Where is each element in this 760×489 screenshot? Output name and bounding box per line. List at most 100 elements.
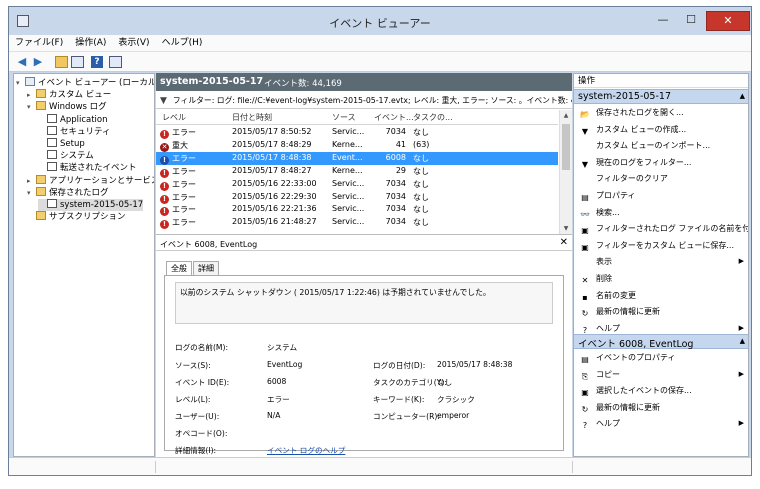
tree-item-label: 保存されたログ (49, 187, 109, 198)
vertical-scrollbar[interactable]: ▲ ▼ (559, 110, 572, 234)
more-info-label: 詳細情報(I): (175, 446, 217, 455)
action-item[interactable]: ▣ フィルターをカスタム ビューに保存... (574, 239, 748, 252)
table-row[interactable]: ✕ 重大 2015/05/17 8:48:29 Kerne... 41 (63) (156, 139, 558, 152)
scroll-up-icon[interactable]: ▲ (560, 110, 572, 122)
event-log-help-link[interactable]: イベント ログのヘルプ (267, 445, 345, 456)
table-row[interactable]: ! エラー 2015/05/17 8:50:52 Servic... 7034 なし (156, 126, 558, 139)
table-row[interactable]: ! エラー 2015/05/17 8:48:27 Kerne... 29 なし (156, 165, 558, 178)
tree-item[interactable]: ▸ カスタム ビュー (27, 89, 111, 101)
minimize-button[interactable]: — (649, 11, 677, 31)
action-item[interactable]: ? ヘルプ ▶ (574, 322, 748, 335)
column-source[interactable]: ソース (332, 112, 356, 123)
column-level[interactable]: レベル (162, 112, 186, 123)
column-datetime[interactable]: 日付と時刻 (232, 112, 272, 123)
expander-icon[interactable]: ▸ (27, 175, 36, 187)
actions-section-log[interactable]: system-2015-05-17 ▲ (574, 89, 748, 104)
action-pane-icon[interactable] (109, 56, 122, 68)
action-item[interactable]: フィルターのクリア (574, 172, 748, 185)
tree-item[interactable]: セキュリティ (38, 125, 111, 138)
action-item[interactable]: カスタム ビューのインポート... (574, 139, 748, 152)
detail-close-icon[interactable]: ✕ (560, 237, 568, 248)
action-item[interactable]: ▣ 選択したイベントの保存... (574, 384, 748, 397)
action-item[interactable]: ▼ 現在のログをフィルター... (574, 156, 748, 169)
tree-item[interactable]: ▾ 保存されたログ (27, 186, 109, 199)
action-label: カスタム ビューのインポート... (596, 141, 711, 151)
actions-section-event[interactable]: イベント 6008, EventLog ▲ (574, 334, 748, 350)
tree-item[interactable]: system-2015-05-17 (38, 199, 144, 211)
general-tab-body: 以前のシステム シャットダウン ( 2015/05/17 1:22:46) は予… (164, 275, 564, 455)
action-item[interactable]: ? ヘルプ ▶ (574, 417, 748, 430)
action-item[interactable]: ▣ フィルターされたログ ファイルの名前を付... (574, 222, 748, 235)
tree-item[interactable]: ▸ アプリケーションとサービス ログ (27, 174, 154, 187)
tree-item[interactable]: サブスクリプション (27, 211, 126, 223)
tree-item[interactable]: 転送されたイベント (38, 162, 137, 174)
id-cell: 41 (395, 139, 406, 149)
log-icon (47, 162, 57, 172)
tree-item[interactable]: ▾ Windows ログ (27, 101, 107, 113)
tab-general[interactable]: 全般 (166, 261, 192, 276)
tree-item[interactable]: Application (38, 113, 108, 126)
event-detail-pane: イベント 6008, EventLog ✕ 全般 詳細 以前のシステム シャット… (156, 237, 572, 457)
action-item[interactable]: ▤ イベントのプロパティ (574, 351, 748, 364)
action-item[interactable]: ✕ 削除 (574, 272, 748, 285)
user-value: N/A (267, 411, 281, 420)
scroll-thumb[interactable] (562, 124, 570, 170)
error-icon: ! (160, 130, 169, 139)
action-item[interactable]: ⎘ コピー ▶ (574, 368, 748, 381)
level-text: 重大 (172, 140, 188, 150)
table-row[interactable]: ! エラー 2015/05/16 21:48:27 Servic... 7034 なし (156, 216, 558, 230)
expander-icon[interactable]: ▾ (27, 101, 36, 113)
table-row[interactable]: ! エラー 2015/05/17 8:48:38 Event... 6008 なし (156, 151, 558, 165)
table-row[interactable]: ! エラー 2015/05/16 22:33:00 Servic... 7034 なし (156, 178, 558, 191)
opcode-label: オペコード(O): (175, 429, 228, 438)
source-label: ソース(S): (175, 361, 211, 370)
datetime-cell: 2015/05/17 8:48:27 (232, 165, 312, 175)
table-row[interactable]: ! エラー 2015/05/16 22:21:36 Servic... 7034 なし (156, 203, 558, 217)
folder-icon (36, 211, 46, 221)
table-row[interactable]: ! エラー 2015/05/16 22:29:30 Servic... 7034 なし (156, 191, 558, 204)
menu-view[interactable]: 表示(V) (112, 35, 155, 52)
tree-item[interactable]: システム (38, 150, 94, 162)
menu-file[interactable]: ファイル(F) (9, 35, 69, 52)
collapse-caret-icon[interactable]: ▲ (740, 337, 745, 345)
action-icon: ▼ (581, 159, 589, 169)
forward-arrow-icon[interactable]: ▶ (31, 55, 45, 69)
title-bar: イベント ビューアー — ☐ ✕ (9, 7, 751, 35)
computer-icon (25, 77, 35, 86)
action-item[interactable]: ▼ カスタム ビューの作成... (574, 123, 748, 136)
folder-icon[interactable] (55, 56, 68, 68)
back-arrow-icon[interactable]: ◀ (15, 55, 29, 69)
tree-item-label: Windows ログ (49, 102, 107, 113)
level-cell: ! エラー (160, 179, 196, 191)
collapse-caret-icon[interactable]: ▲ (740, 92, 745, 100)
column-task[interactable]: タスクの... (413, 112, 453, 123)
action-item[interactable]: ▪ 名前の変更 (574, 289, 748, 302)
scroll-down-icon[interactable]: ▼ (560, 223, 572, 234)
action-item[interactable]: 📂 保存されたログを開く... (574, 106, 748, 119)
action-item[interactable]: ▤ プロパティ (574, 189, 748, 202)
expander-icon[interactable]: ▾ (27, 187, 36, 199)
close-button[interactable]: ✕ (706, 11, 750, 31)
action-item[interactable]: 表示 ▶ (574, 255, 748, 268)
tree-item[interactable]: Setup (38, 138, 85, 150)
view-icon[interactable] (71, 56, 84, 68)
expander-icon[interactable]: ▸ (27, 89, 36, 101)
action-item[interactable]: ↻ 最新の情報に更新 (574, 401, 748, 414)
maximize-button[interactable]: ☐ (677, 11, 705, 31)
tree-item[interactable]: ▾ イベント ビューアー (ローカル) (16, 77, 154, 89)
keywords-value: クラシック (437, 395, 475, 404)
task-cell: なし (413, 179, 429, 189)
help-icon[interactable]: ? (91, 56, 103, 68)
expander-icon[interactable]: ▾ (16, 77, 25, 89)
menu-help[interactable]: ヘルプ(H) (156, 35, 209, 52)
tab-details[interactable]: 詳細 (193, 261, 219, 275)
id-cell: 29 (395, 165, 406, 175)
action-item[interactable]: 👓 検索... (574, 206, 748, 219)
column-event-id[interactable]: イベント... (374, 112, 414, 123)
id-cell: 7034 (385, 191, 406, 201)
datetime-cell: 2015/05/16 22:21:36 (232, 204, 317, 214)
menu-action[interactable]: 操作(A) (69, 35, 112, 52)
source-cell: Kerne... (332, 139, 363, 149)
action-item[interactable]: ↻ 最新の情報に更新 (574, 305, 748, 318)
action-icon: ↻ (581, 404, 589, 414)
